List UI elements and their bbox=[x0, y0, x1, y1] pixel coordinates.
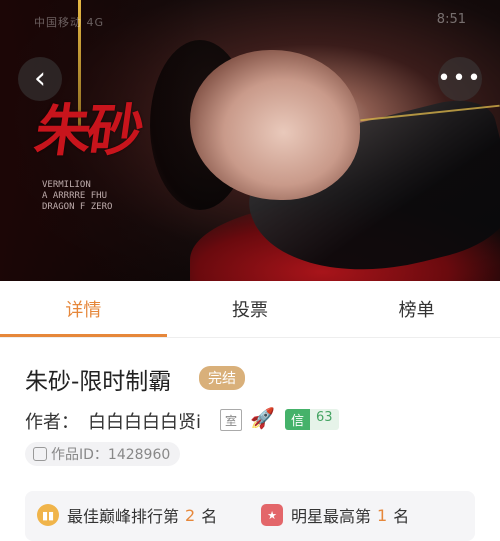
cover-caption-line: A ARRRRE FHU bbox=[42, 191, 108, 201]
tab-vote[interactable]: 投票 bbox=[167, 281, 334, 337]
rank-prefix: 明星最高第 bbox=[291, 507, 372, 526]
astronaut-icon: 🚀 bbox=[250, 406, 275, 430]
level-badge: 信 63 bbox=[285, 409, 339, 430]
rank-suffix: 名 bbox=[393, 507, 410, 526]
rank-prefix: 最佳巅峰排行第 bbox=[67, 507, 180, 526]
tab-bar: 详情 投票 榜单 bbox=[0, 281, 500, 337]
chevron-left-icon: ‹ bbox=[34, 61, 46, 96]
more-dots-icon: ••• bbox=[437, 66, 483, 91]
rank-number: 2 bbox=[185, 505, 196, 525]
bar-chart-icon: ▮▮ bbox=[37, 504, 59, 526]
tab-label: 详情 bbox=[65, 300, 102, 321]
clock-text: 8:51 bbox=[436, 12, 466, 27]
tab-ranking[interactable]: 榜单 bbox=[333, 281, 500, 337]
work-id-chip: 作品ID：1428960 bbox=[25, 442, 181, 466]
peak-ranking[interactable]: ▮▮ 最佳巅峰排行第 2 名 bbox=[37, 503, 217, 527]
back-button[interactable]: ‹ bbox=[18, 57, 62, 101]
rank-number: 1 bbox=[377, 505, 388, 525]
star-trophy-icon: ★ bbox=[261, 504, 283, 526]
status-bar: 中国移动 4G 8:51 bbox=[0, 0, 500, 40]
cover-caption-line: VERMILION bbox=[42, 180, 91, 190]
id-card-icon bbox=[33, 447, 47, 461]
star-ranking[interactable]: ★ 明星最高第 1 名 bbox=[261, 503, 409, 527]
status-badge: 完结 bbox=[199, 366, 245, 390]
work-title: 朱砂-限时制霸 bbox=[25, 369, 172, 395]
tab-divider bbox=[0, 337, 500, 338]
work-id-text: 作品ID：1428960 bbox=[51, 447, 171, 463]
more-button[interactable]: ••• bbox=[438, 57, 482, 101]
carrier-text: 中国移动 4G bbox=[34, 16, 105, 29]
level-label: 信 bbox=[285, 409, 311, 430]
author-tag-badge: 室 bbox=[220, 409, 242, 431]
tab-details[interactable]: 详情 bbox=[0, 281, 167, 337]
author-name-link[interactable]: 白白白白白贤i bbox=[88, 408, 201, 434]
tab-label: 投票 bbox=[232, 300, 268, 321]
cover-banner: 朱砂 VERMILION A ARRRRE FHU DRAGON F ZERO bbox=[0, 0, 500, 281]
ranking-card[interactable]: ▮▮ 最佳巅峰排行第 2 名 ★ 明星最高第 1 名 bbox=[25, 491, 475, 541]
author-label: 作者： bbox=[25, 412, 79, 433]
cover-caption-line: DRAGON F ZERO bbox=[42, 202, 113, 212]
level-value: 63 bbox=[310, 409, 339, 430]
rank-suffix: 名 bbox=[201, 507, 218, 526]
tab-label: 榜单 bbox=[398, 300, 435, 321]
cover-caption: VERMILION A ARRRRE FHU DRAGON F ZERO bbox=[42, 180, 112, 213]
